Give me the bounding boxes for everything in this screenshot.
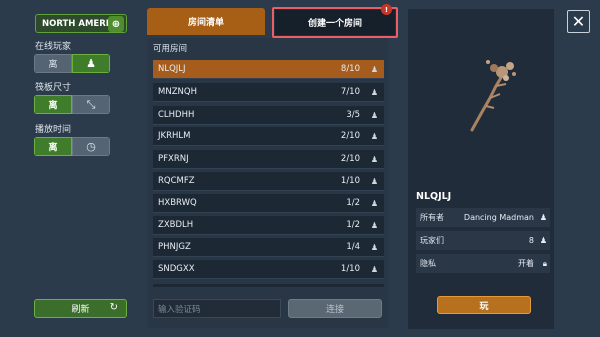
room-row[interactable]: ZXBDLH 1/2 ♟ [153,216,384,235]
room-row[interactable]: PHNJGZ 1/4 ♟ [153,238,384,257]
owner-label: 所有者 [420,213,444,222]
clock-icon: ◷ [86,140,96,153]
refresh-button[interactable]: 刷新 ↻ [34,299,127,318]
available-rooms-title: 可用房间 [153,44,188,54]
room-code-input[interactable]: 输入验证码 [153,299,281,318]
room-count: 1/10 [340,264,360,274]
room-count: 1/4 [346,242,360,252]
room-code: MNZNQH [158,87,197,97]
players-icon: ♟ [370,176,378,186]
players-icon: ♟ [370,64,378,74]
globe-icon: ⊕ [108,16,124,32]
owner-value: Dancing Madman [463,213,534,222]
raft-icon: ⤡ [86,97,96,111]
playtime-off[interactable]: 离 [34,137,72,156]
players-icon: ♟ [370,198,378,208]
players-icon: ♟ [370,220,378,230]
players-icon: ♟ [539,236,547,245]
players-label: 玩家们 [420,236,444,245]
room-row[interactable]: RQCMFZ 1/10 ♟ [153,172,384,191]
alert-badge: ! [381,4,392,15]
player-icon: ♟ [539,213,547,222]
room-count: 3/5 [346,110,360,120]
privacy-value: 开着 [518,259,534,268]
room-count: 2/10 [340,131,360,141]
room-row[interactable]: MNZNQH 7/10 ♟ [153,83,384,102]
room-code: SNDGXX [158,264,195,274]
room-count: 7/10 [340,87,360,97]
room-row[interactable]: SNDGXX 1/10 ♟ [153,260,384,279]
room-row[interactable]: NLQJLJ 8/10 ♟ [153,60,384,79]
room-row[interactable]: PFXRNJ 2/10 ♟ [153,150,384,169]
raft-size-off[interactable]: 离 [34,95,72,114]
room-count: 2/10 [340,154,360,164]
players-icon: ♟ [370,110,378,120]
online-players-label: 在线玩家 [35,42,72,52]
lock-icon: 🔒︎ [542,258,547,268]
owner-row: 所有者 Dancing Madman ♟ [416,208,550,227]
tab-room-list[interactable]: 房间清单 [147,8,265,35]
online-players-toggle[interactable]: 离 ♟ [34,54,110,73]
raft-size-label: 筏板尺寸 [35,83,72,93]
raft-size-toggle[interactable]: 离 ⤡ [34,95,110,114]
playtime-on[interactable]: ◷ [72,137,110,156]
room-code: CLHDHH [158,110,195,120]
list-scroll-strip [153,284,384,287]
room-code: PHNJGZ [158,242,191,252]
room-row[interactable]: HXBRWQ 1/2 ♟ [153,194,384,213]
room-count: 1/2 [346,220,360,230]
close-button[interactable]: ✕ [567,10,590,33]
playtime-label: 播放时间 [35,125,72,135]
room-code: ZXBDLH [158,220,194,230]
room-code: PFXRNJ [158,154,189,164]
room-row[interactable]: JKRHLM 2/10 ♟ [153,127,384,146]
players-icon: ♟ [370,87,378,97]
region-selector[interactable]: NORTH AMERICA ⊕ [35,14,127,33]
room-code: RQCMFZ [158,176,195,186]
room-code: HXBRWQ [158,198,197,208]
raft-size-on[interactable]: ⤡ [72,95,110,114]
room-count: 8/10 [340,64,360,74]
detail-room-code: NLQJLJ [416,191,452,202]
players-icon: ♟ [86,57,96,70]
online-players-off[interactable]: 离 [34,54,72,73]
players-icon: ♟ [370,264,378,274]
room-count: 1/10 [340,176,360,186]
players-icon: ♟ [370,154,378,164]
connect-button[interactable]: 连接 [288,299,382,318]
tab-create-room[interactable]: 创建一个房间 [275,10,395,35]
room-row[interactable]: CLHDHH 3/5 ♟ [153,106,384,125]
refresh-icon: ↻ [109,302,118,313]
privacy-label: 隐私 [420,259,436,268]
online-players-on[interactable]: ♟ [72,54,110,73]
players-icon: ♟ [370,242,378,252]
room-code: NLQJLJ [158,64,186,74]
room-count: 1/2 [346,198,360,208]
refresh-label: 刷新 [71,305,90,315]
players-icon: ♟ [370,131,378,141]
playtime-toggle[interactable]: 离 ◷ [34,137,110,156]
privacy-row: 隐私 开着 🔒︎ [416,254,550,273]
raft-preview-image [470,60,516,132]
players-row: 玩家们 8 ♟ [416,231,550,250]
players-value: 8 [528,236,534,245]
play-button[interactable]: 玩 [437,296,531,314]
room-code: JKRHLM [158,131,191,141]
